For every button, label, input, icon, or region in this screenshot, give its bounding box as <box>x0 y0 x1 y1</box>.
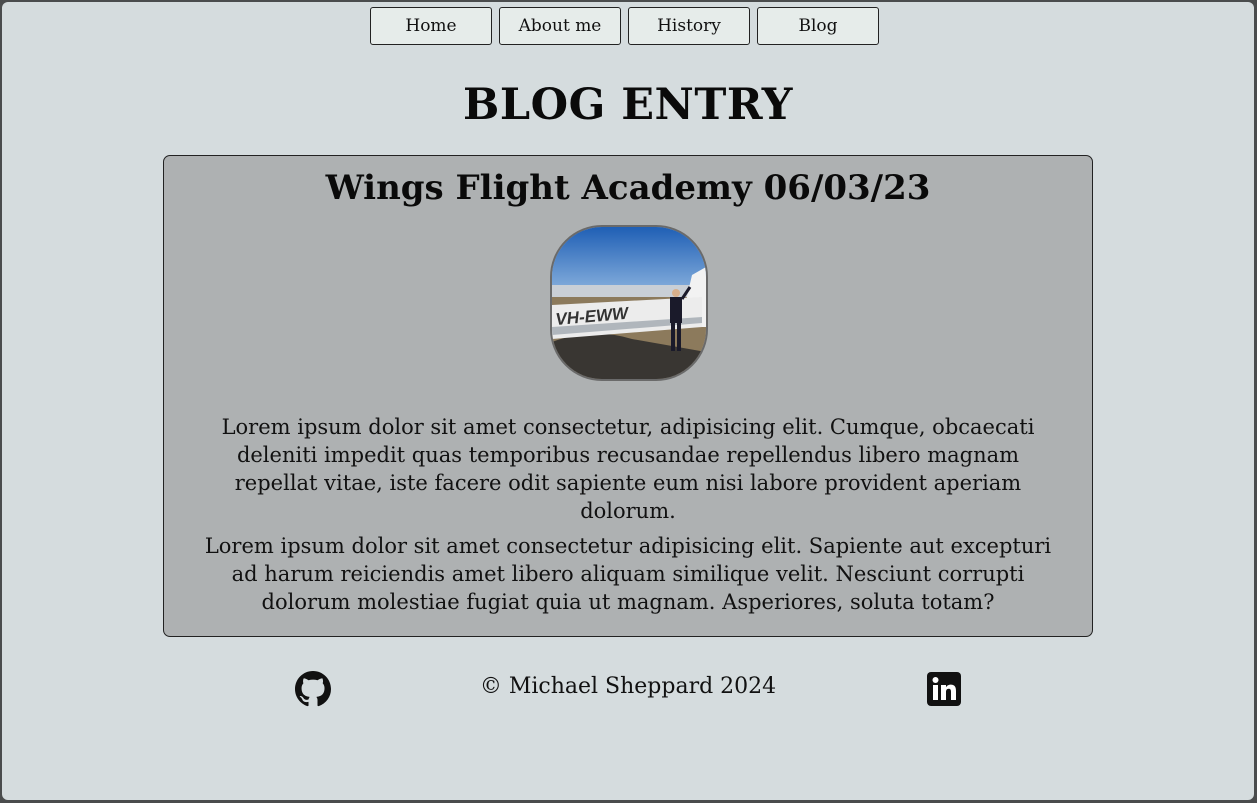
entry-paragraph-1: Lorem ipsum dolor sit amet consectetur, … <box>221 415 1035 523</box>
nav-blog-button[interactable]: Blog <box>757 7 879 45</box>
nav-about-button[interactable]: About me <box>499 7 621 45</box>
page-title: BLOG ENTRY <box>463 80 793 130</box>
linkedin-icon[interactable] <box>926 671 962 707</box>
nav-home-button[interactable]: Home <box>370 7 492 45</box>
entry-paragraph-2: Lorem ipsum dolor sit amet consectetur a… <box>204 534 1052 614</box>
top-nav: Home About me History Blog <box>370 7 879 45</box>
page-frame: Home About me History Blog BLOG ENTRY Wi… <box>2 2 1254 800</box>
footer-copyright: © Michael Sheppard 2024 <box>479 674 777 699</box>
entry-title: Wings Flight Academy 06/03/23 <box>325 168 931 208</box>
nav-history-button[interactable]: History <box>628 7 750 45</box>
entry-photo: VH-EWW <box>550 225 708 381</box>
blog-entry-card: Wings Flight Academy 06/03/23 VH-EWW Lor… <box>163 155 1093 637</box>
